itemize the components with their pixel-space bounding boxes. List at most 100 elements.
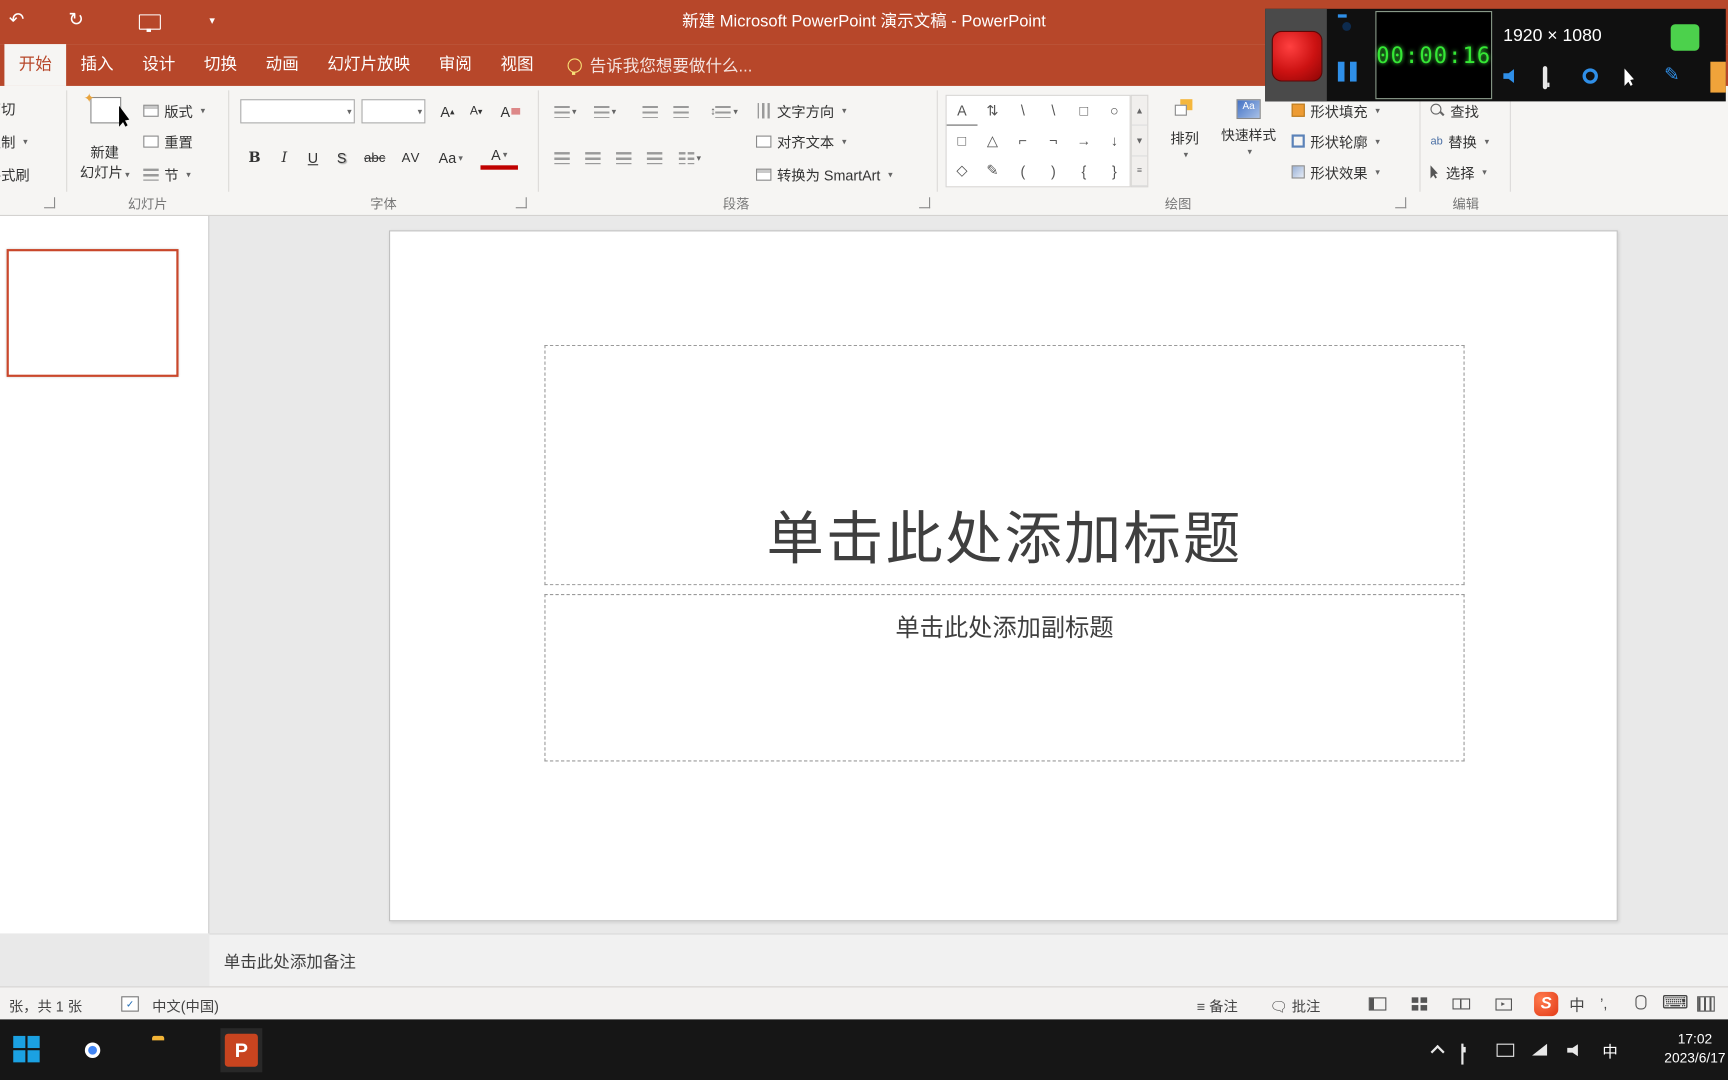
shapes-gallery-scrollbar[interactable]: ▲ ▼ ≡ — [1130, 94, 1149, 188]
ime-toolbox-icon[interactable] — [1697, 996, 1715, 1012]
tab-review[interactable]: 审阅 — [424, 44, 486, 86]
columns-button[interactable]: ▾ — [674, 143, 705, 172]
record-button[interactable] — [1271, 30, 1323, 82]
change-case-button[interactable]: Aa ▾ — [432, 143, 469, 172]
taskbar-clock[interactable]: 17:02 2023/6/17 — [1651, 1030, 1728, 1067]
tab-design[interactable]: 设计 — [128, 44, 190, 86]
shape-line2-icon[interactable]: \ — [1038, 96, 1068, 126]
italic-button[interactable]: I — [271, 143, 297, 172]
shape-arc-icon[interactable]: ( — [1008, 156, 1038, 186]
powerpoint-taskbar-button[interactable]: P — [220, 1028, 263, 1073]
character-spacing-button[interactable]: AV — [395, 143, 428, 172]
clear-formatting-button[interactable]: A — [496, 97, 525, 126]
start-button[interactable] — [13, 1035, 40, 1063]
tab-view[interactable]: 视图 — [486, 44, 548, 86]
notes-pane[interactable]: 单击此处添加备注 — [209, 933, 1728, 987]
text-direction-button[interactable]: 文字方向 ▾ — [756, 97, 846, 123]
shape-arc2-icon[interactable]: ) — [1038, 156, 1068, 186]
ime-punctuation-badge[interactable]: ’, — [1600, 995, 1607, 1012]
section-button[interactable]: 节 ▾ — [143, 161, 191, 187]
arrange-button[interactable]: 排列 ▾ — [1159, 95, 1210, 160]
shape-elbow2-icon[interactable]: ¬ — [1038, 126, 1068, 156]
network-signal-icon[interactable] — [1531, 1043, 1548, 1056]
slide-thumbnail-1[interactable] — [6, 249, 179, 377]
tell-me-box[interactable]: 告诉我您想要做什么... — [567, 44, 752, 86]
shape-triangle-icon[interactable]: △ — [977, 126, 1007, 156]
tray-chevron-up-icon[interactable] — [1430, 1044, 1445, 1059]
text-shadow-button[interactable]: S — [328, 143, 354, 172]
battery-icon[interactable] — [1461, 1043, 1464, 1065]
align-center-button[interactable] — [580, 143, 606, 172]
gallery-more-icon[interactable]: ≡ — [1131, 156, 1148, 187]
grow-font-button[interactable]: A ▴ — [434, 97, 460, 126]
replace-button[interactable]: ab 替换 ▾ — [1430, 128, 1489, 154]
ime-keyboard-icon[interactable]: ⌨ — [1662, 992, 1689, 1014]
title-placeholder[interactable]: 单击此处添加标题 — [544, 344, 1465, 586]
new-slide-button[interactable]: ✦ 新建 幻灯片 ▾ — [71, 90, 139, 191]
font-dialog-launcher-icon[interactable] — [515, 197, 527, 209]
reading-view-button[interactable] — [1448, 993, 1474, 1015]
increase-indent-button[interactable] — [668, 97, 694, 126]
taskbar-ime-indicator[interactable]: 中 — [1602, 1040, 1617, 1062]
comments-toggle-button[interactable]: 🗨 批注 — [1270, 995, 1321, 1016]
layout-button[interactable]: 版式 ▾ — [143, 97, 205, 123]
sogou-ime-logo[interactable]: S — [1534, 991, 1559, 1017]
paragraph-dialog-launcher-icon[interactable] — [919, 197, 931, 209]
clipboard-dialog-launcher-icon[interactable] — [44, 197, 56, 209]
notes-toggle-button[interactable]: ≡ 备注 — [1197, 995, 1238, 1016]
recorder-speaker-icon[interactable] — [1503, 69, 1514, 83]
subtitle-placeholder[interactable]: 单击此处添加副标题 — [544, 593, 1465, 762]
gallery-scroll-up-icon[interactable]: ▲ — [1131, 96, 1148, 126]
bold-button[interactable]: B — [240, 143, 269, 172]
quick-styles-button[interactable]: Aa 快速样式 ▾ — [1217, 95, 1281, 156]
recorder-cursor-icon[interactable] — [1624, 68, 1634, 86]
language-indicator[interactable]: 中文(中国) — [152, 995, 219, 1016]
shape-line-icon[interactable]: \ — [1008, 96, 1038, 126]
bullets-button[interactable]: ▾ — [549, 97, 582, 126]
shape-arrow-right-icon[interactable]: → — [1069, 126, 1099, 156]
numbering-button[interactable]: ▾ — [588, 97, 621, 126]
align-text-button[interactable]: 对齐文本 ▾ — [755, 128, 846, 154]
shape-textbox-icon[interactable]: A — [946, 96, 978, 126]
cut-button[interactable]: 剪切 — [0, 95, 15, 121]
pause-button[interactable] — [1337, 61, 1357, 82]
shape-effects-button[interactable]: 形状效果 ▾ — [1291, 159, 1380, 185]
reset-button[interactable]: 重置 — [143, 128, 193, 154]
recorder-green-button[interactable] — [1670, 24, 1700, 51]
font-name-combobox[interactable]: ▾ — [240, 99, 355, 124]
shape-freeform-icon[interactable]: ✎ — [977, 156, 1007, 186]
strikethrough-button[interactable]: abc — [357, 143, 392, 172]
justify-button[interactable] — [641, 143, 667, 172]
display-tray-icon[interactable] — [1496, 1043, 1515, 1057]
recorder-pen-icon[interactable]: ✎ — [1664, 64, 1680, 86]
shape-diamond-icon[interactable]: ◇ — [947, 156, 977, 186]
align-left-button[interactable] — [549, 143, 575, 172]
tab-transitions[interactable]: 切换 — [190, 44, 252, 86]
shape-outline-button[interactable]: 形状轮廓 ▾ — [1291, 128, 1380, 154]
underline-button[interactable]: U — [300, 143, 326, 172]
shape-arrow-down-icon[interactable]: ↓ — [1099, 126, 1129, 156]
recorder-orange-button[interactable] — [1710, 61, 1726, 93]
copy-button[interactable]: 复制▾ — [0, 128, 28, 154]
tab-insert[interactable]: 插入 — [66, 44, 128, 86]
spell-check-icon[interactable]: ✓ — [121, 996, 139, 1012]
font-color-button[interactable]: A ▾ — [480, 143, 518, 170]
slide[interactable]: 单击此处添加标题 单击此处添加副标题 — [389, 230, 1618, 922]
align-right-button[interactable] — [611, 143, 637, 172]
line-spacing-button[interactable]: ↕ ▾ — [705, 97, 742, 126]
tab-home[interactable]: 开始 — [4, 44, 67, 86]
shape-ellipse-icon[interactable]: ○ — [1099, 96, 1129, 126]
shape-brace-left-icon[interactable]: { — [1069, 156, 1099, 186]
convert-smartart-button[interactable]: 转换为 SmartArt ▾ — [755, 161, 893, 187]
tab-slideshow[interactable]: 幻灯片放映 — [313, 44, 424, 86]
recorder-mic-icon[interactable] — [1542, 66, 1548, 90]
font-size-combobox[interactable]: ▾ — [361, 99, 426, 124]
shape-vertical-textbox-icon[interactable]: ⇅ — [977, 96, 1007, 126]
shape-rect2-icon[interactable]: □ — [947, 126, 977, 156]
select-button[interactable]: 选择 ▾ — [1430, 159, 1487, 185]
ime-mic-icon[interactable] — [1635, 995, 1647, 1010]
recorder-webcam-icon[interactable] — [1582, 68, 1598, 84]
ime-mode-badge[interactable]: 中 — [1569, 994, 1584, 1016]
slide-sorter-view-button[interactable] — [1406, 993, 1432, 1015]
shape-rectangle-icon[interactable]: □ — [1069, 96, 1099, 126]
